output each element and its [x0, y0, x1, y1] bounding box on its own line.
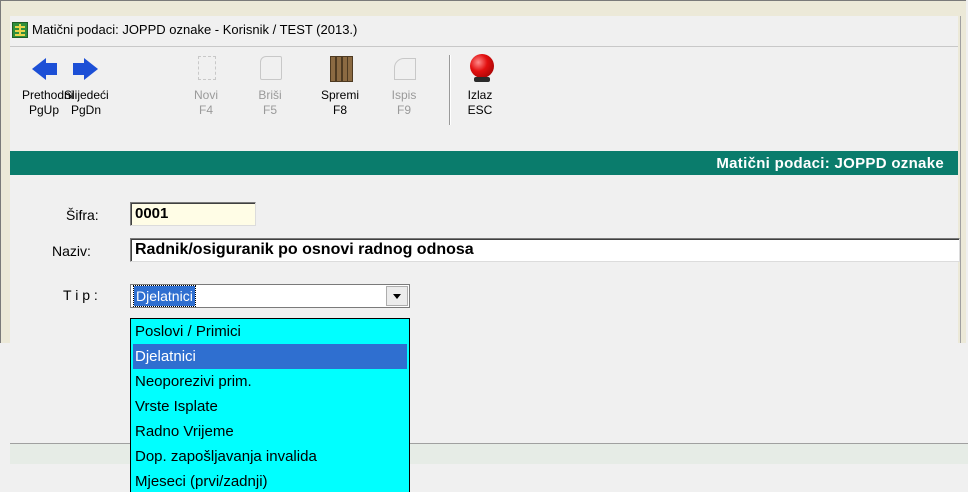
- section-header-title: Matični podaci: JOPPD oznake: [716, 155, 944, 172]
- window-border: [960, 16, 961, 346]
- exit-button-shortcut: ESC: [467, 103, 493, 117]
- delete-button[interactable]: Briši F5: [248, 52, 292, 118]
- delete-button-label: Briši: [258, 88, 282, 102]
- arrow-left-icon: [28, 52, 60, 84]
- dropdown-option[interactable]: Mjeseci (prvi/zadnji): [133, 469, 407, 492]
- app-icon: [12, 22, 28, 38]
- exit-button-label: Izlaz: [467, 88, 493, 102]
- print-icon: [388, 52, 420, 84]
- print-button[interactable]: Ispis F9: [382, 52, 426, 118]
- dropdown-option[interactable]: Dop. zapošljavanja invalida: [133, 444, 407, 469]
- delete-icon: [254, 52, 286, 84]
- tip-selected-value[interactable]: Djelatnici: [133, 285, 196, 307]
- window-title: Matični podaci: JOPPD oznake - Korisnik …: [32, 22, 358, 37]
- arrow-right-icon: [70, 52, 102, 84]
- new-button-label: Novi: [193, 88, 218, 102]
- print-button-label: Ispis: [391, 88, 417, 102]
- prev-button[interactable]: Prethodni PgUp: [22, 52, 74, 118]
- print-button-shortcut: F9: [396, 103, 411, 117]
- prev-button-label: Prethodni: [22, 88, 74, 102]
- section-header: Matični podaci: JOPPD oznake: [10, 151, 958, 175]
- exit-ball-icon: [464, 52, 496, 84]
- new-document-icon: [190, 52, 222, 84]
- dropdown-option-selected[interactable]: Djelatnici: [133, 344, 407, 369]
- exit-button[interactable]: Izlaz ESC: [458, 52, 502, 118]
- dropdown-option[interactable]: Neoporezivi prim.: [133, 369, 407, 394]
- tip-dropdown-list: Poslovi / Primici Djelatnici Neoporezivi…: [130, 318, 410, 492]
- toolbar-separator: [449, 55, 451, 125]
- save-files-icon: [324, 52, 356, 84]
- save-button[interactable]: Spremi F8: [318, 52, 362, 118]
- naziv-field[interactable]: Radnik/osiguranik po osnovi radnog odnos…: [130, 238, 960, 262]
- save-button-shortcut: F8: [332, 103, 347, 117]
- chevron-down-icon[interactable]: [386, 286, 408, 306]
- save-button-label: Spremi: [320, 88, 359, 102]
- new-button-shortcut: F4: [198, 103, 213, 117]
- delete-button-shortcut: F5: [262, 103, 277, 117]
- tip-label: T i p :: [63, 287, 98, 303]
- dropdown-option[interactable]: Vrste Isplate: [133, 394, 407, 419]
- sifra-label: Šifra:: [66, 207, 99, 223]
- dropdown-option[interactable]: Poslovi / Primici: [133, 319, 407, 344]
- prev-button-shortcut: PgUp: [28, 103, 60, 117]
- next-button[interactable]: Slijedeći PgDn: [64, 52, 109, 118]
- new-button[interactable]: Novi F4: [184, 52, 228, 118]
- sifra-field[interactable]: 0001: [130, 202, 256, 226]
- naziv-label: Naziv:: [52, 243, 91, 259]
- next-button-label: Slijedeći: [64, 88, 109, 102]
- next-button-shortcut: PgDn: [70, 103, 102, 117]
- dropdown-option[interactable]: Radno Vrijeme: [133, 419, 407, 444]
